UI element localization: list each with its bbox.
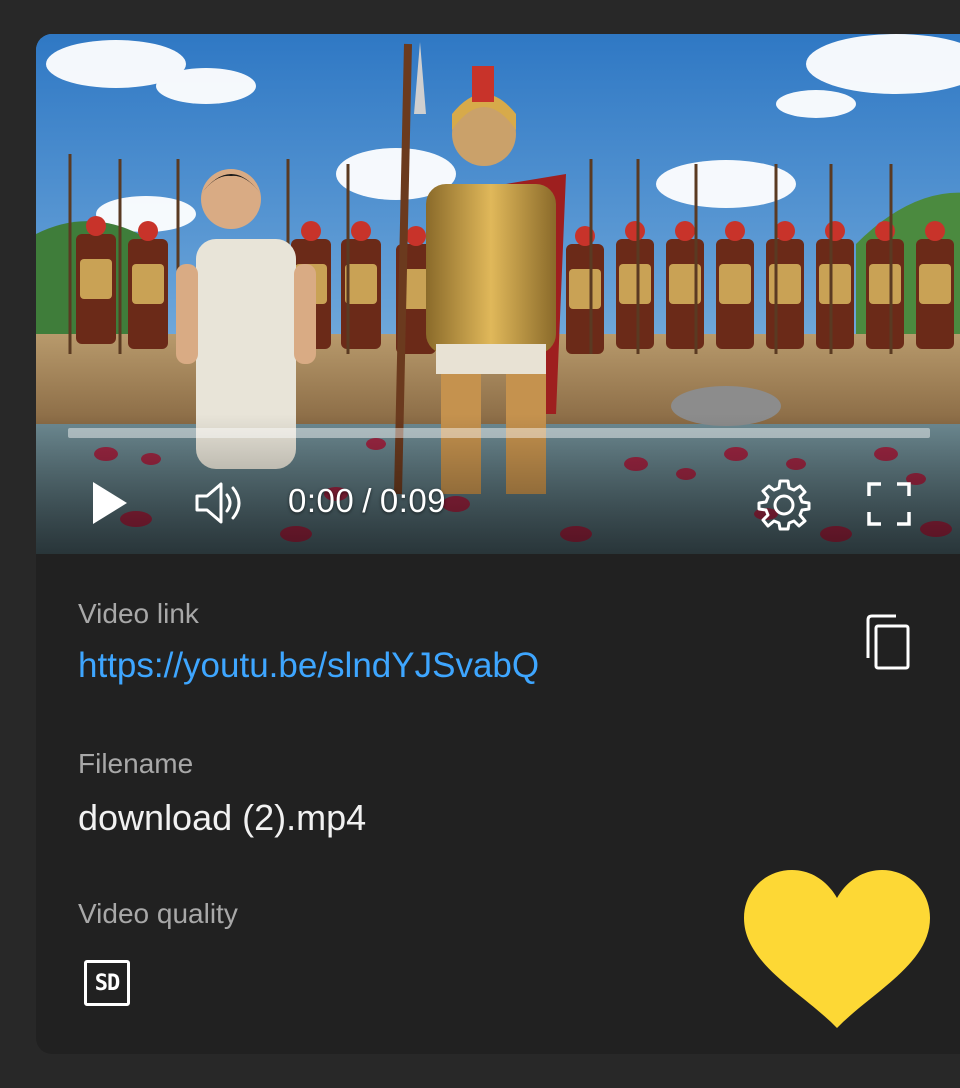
fullscreen-icon <box>867 482 911 526</box>
sd-quality-badge: SD <box>84 960 130 1006</box>
play-button[interactable] <box>84 478 134 528</box>
play-icon <box>93 482 127 524</box>
video-quality-label: Video quality <box>78 898 238 929</box>
volume-icon <box>195 482 241 524</box>
video-link[interactable]: https://youtu.be/slndYJSvabQ <box>78 646 539 686</box>
copy-link-button[interactable] <box>860 612 916 674</box>
heart-icon <box>744 870 930 1028</box>
filename-label: Filename <box>78 748 194 779</box>
video-player[interactable]: 0:00/0:09 <box>36 34 960 554</box>
fullscreen-button[interactable] <box>860 474 918 534</box>
duration: 0:09 <box>379 482 447 519</box>
favorite-button[interactable] <box>742 868 932 1030</box>
copy-icon <box>866 614 910 670</box>
progress-bar[interactable] <box>68 428 930 438</box>
time-display: 0:00/0:09 <box>288 482 446 520</box>
video-thumbnail <box>36 34 960 554</box>
video-link-label: Video link <box>78 598 199 629</box>
current-time: 0:00 <box>288 482 355 519</box>
video-card: 0:00/0:09 Video link https://youtu.be/sl… <box>36 34 960 1054</box>
gear-icon <box>757 479 811 531</box>
settings-button[interactable] <box>754 474 814 534</box>
time-separator: / <box>362 482 372 519</box>
filename-value: download (2).mp4 <box>78 797 367 838</box>
volume-button[interactable] <box>188 478 254 528</box>
